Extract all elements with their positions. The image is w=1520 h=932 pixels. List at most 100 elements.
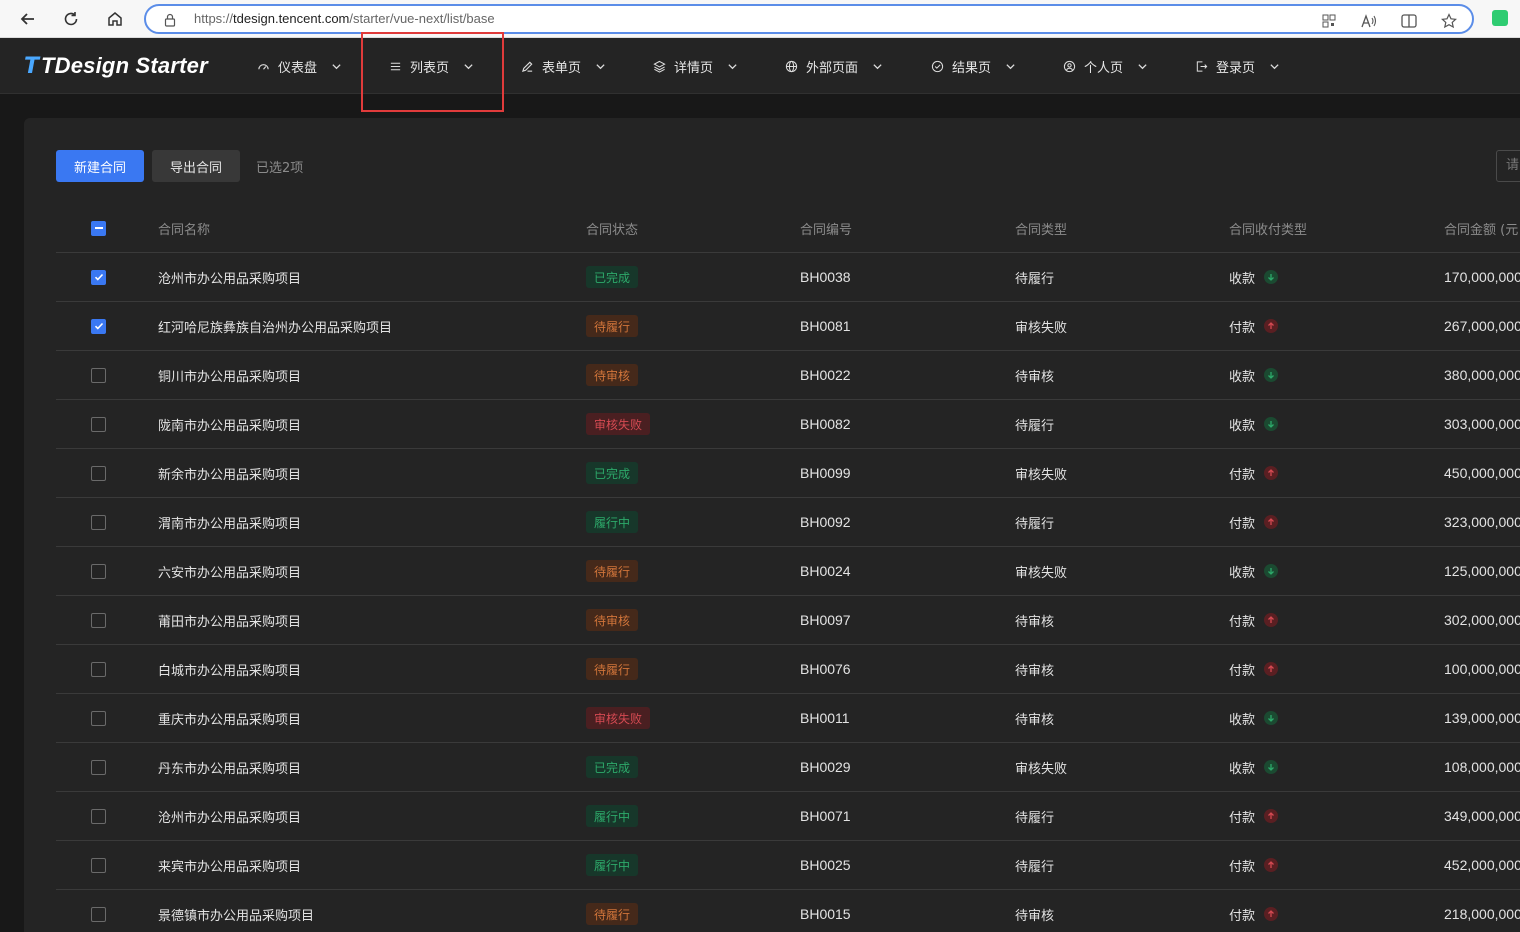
address-bar[interactable]: https://tdesign.tencent.com/starter/vue-… [144, 4, 1474, 34]
table-row[interactable]: 沧州市办公用品采购项目 已完成 BH0038 待履行 收款 170,000,000 [56, 253, 1520, 302]
payment-type-cell: 收款 [1229, 400, 1279, 448]
menu-label: 外部页面 [806, 60, 859, 76]
payment-type: 收款 [1229, 369, 1256, 385]
contract-number: BH0092 [800, 514, 851, 530]
contract-type: 待审核 [1015, 369, 1055, 385]
column-header-pay-type: 合同收付类型 [1229, 222, 1308, 238]
payment-type-cell: 付款 [1229, 302, 1279, 350]
contract-number: BH0081 [800, 318, 851, 334]
row-checkbox[interactable] [91, 710, 106, 726]
export-contract-button[interactable]: 导出合同 [152, 150, 240, 182]
qr-code-icon[interactable] [1320, 12, 1338, 30]
contract-type: 审核失败 [1015, 320, 1068, 336]
payment-type-cell: 付款 [1229, 645, 1279, 693]
table-row[interactable]: 新余市办公用品采购项目 已完成 BH0099 审核失败 付款 450,000,000 [56, 449, 1520, 498]
menu-form[interactable]: 表单页 [520, 38, 607, 94]
row-checkbox[interactable] [91, 759, 106, 775]
logo-mark: T [24, 53, 40, 79]
status-cell: 待审核 [586, 596, 639, 644]
row-checkbox[interactable] [91, 318, 106, 334]
table-row[interactable]: 红河哈尼族彝族自治州办公用品采购项目 待履行 BH0081 审核失败 付款 267,000… [56, 302, 1520, 351]
contract-amount: 349,000,000 [1444, 808, 1520, 824]
extension-icon[interactable] [1492, 10, 1508, 26]
favorite-star-icon[interactable] [1440, 12, 1458, 30]
back-button[interactable] [15, 6, 41, 32]
arrow-down-icon [1268, 372, 1274, 379]
arrow-up-icon [1268, 812, 1274, 819]
chevron-down-icon [331, 60, 343, 72]
menu-detail[interactable]: 详情页 [652, 38, 739, 94]
new-contract-button[interactable]: 新建合同 [56, 150, 144, 182]
table-row[interactable]: 莆田市办公用品采购项目 待审核 BH0097 待审核 付款 302,000,000 [56, 596, 1520, 645]
lock-icon [164, 12, 176, 31]
chevron-down-icon [595, 60, 607, 72]
status-badge: 待履行 [586, 658, 639, 680]
row-checkbox[interactable] [91, 808, 106, 824]
status-cell: 待审核 [586, 351, 639, 399]
annotation-highlight-box [361, 32, 504, 112]
table-row[interactable]: 铜川市办公用品采购项目 待审核 BH0022 待审核 收款 380,000,000 [56, 351, 1520, 400]
menu-result[interactable]: 结果页 [930, 38, 1017, 94]
menu-user[interactable]: 个人页 [1062, 38, 1149, 94]
logo[interactable]: T TDesign Starter [24, 52, 208, 80]
row-checkbox[interactable] [91, 416, 106, 432]
home-button[interactable] [102, 6, 128, 32]
layers-icon [652, 59, 666, 73]
table-row[interactable]: 丹东市办公用品采购项目 已完成 BH0029 审核失败 收款 108,000,000 [56, 743, 1520, 792]
table-row[interactable]: 白城市办公用品采购项目 待履行 BH0076 待审核 付款 100,000,000 [56, 645, 1520, 694]
table-row[interactable]: 渭南市办公用品采购项目 履行中 BH0092 待履行 付款 323,000,000 [56, 498, 1520, 547]
refresh-icon [64, 12, 78, 26]
contract-amount: 452,000,000 [1444, 857, 1520, 873]
payment-type: 付款 [1229, 810, 1256, 826]
payment-type: 付款 [1229, 467, 1256, 483]
menu-external[interactable]: 外部页面 [784, 38, 884, 94]
contract-type: 审核失败 [1015, 565, 1068, 581]
row-checkbox[interactable] [91, 612, 106, 628]
split-screen-icon[interactable] [1400, 12, 1418, 30]
menu-login[interactable]: 登录页 [1194, 38, 1281, 94]
status-cell: 待履行 [586, 890, 639, 932]
menu-label: 个人页 [1084, 60, 1124, 76]
payment-type: 付款 [1229, 859, 1256, 875]
menu-label: 仪表盘 [278, 60, 318, 76]
arrow-down-icon [1268, 715, 1274, 722]
contract-number: BH0038 [800, 269, 851, 285]
menu-dashboard[interactable]: 仪表盘 [256, 38, 343, 94]
read-aloud-icon[interactable] [1360, 12, 1378, 30]
pay-arrow-icon [1264, 319, 1279, 333]
chevron-down-icon [1269, 60, 1281, 72]
row-checkbox[interactable] [91, 661, 106, 677]
select-all-checkbox[interactable] [91, 220, 106, 236]
row-checkbox[interactable] [91, 906, 106, 922]
row-checkbox[interactable] [91, 514, 106, 530]
contract-number: BH0097 [800, 612, 851, 628]
contract-number: BH0015 [800, 906, 851, 922]
row-checkbox[interactable] [91, 563, 106, 579]
column-header-status: 合同状态 [586, 222, 639, 238]
status-badge: 履行中 [586, 854, 639, 876]
row-checkbox[interactable] [91, 465, 106, 481]
contract-number: BH0022 [800, 367, 851, 383]
contract-amount: 323,000,000 [1444, 514, 1520, 530]
row-checkbox[interactable] [91, 857, 106, 873]
contract-number: BH0011 [800, 710, 850, 726]
status-cell: 审核失败 [586, 400, 651, 448]
table-row[interactable]: 景德镇市办公用品采购项目 待履行 BH0015 待审核 付款 218,000,000 [56, 890, 1520, 932]
row-checkbox[interactable] [91, 269, 106, 285]
arrow-up-icon [1268, 518, 1274, 525]
search-input[interactable]: 请 [1496, 150, 1520, 182]
refresh-button[interactable] [58, 6, 84, 32]
contract-number: BH0076 [800, 661, 851, 677]
contract-number: BH0024 [800, 563, 851, 579]
row-checkbox[interactable] [91, 367, 106, 383]
status-badge: 待履行 [586, 315, 639, 337]
table-row[interactable]: 陇南市办公用品采购项目 审核失败 BH0082 待履行 收款 303,000,000 [56, 400, 1520, 449]
table-row[interactable]: 沧州市办公用品采购项目 履行中 BH0071 待履行 付款 349,000,000 [56, 792, 1520, 841]
table-row[interactable]: 六安市办公用品采购项目 待履行 BH0024 审核失败 收款 125,000,000 [56, 547, 1520, 596]
status-cell: 已完成 [586, 743, 639, 791]
contract-name: 白城市办公用品采购项目 [158, 663, 302, 679]
status-badge: 待审核 [586, 609, 639, 631]
contract-name: 莆田市办公用品采购项目 [158, 614, 302, 630]
table-row[interactable]: 来宾市办公用品采购项目 履行中 BH0025 待履行 付款 452,000,000 [56, 841, 1520, 890]
table-row[interactable]: 重庆市办公用品采购项目 审核失败 BH0011 待审核 收款 139,000,000 [56, 694, 1520, 743]
